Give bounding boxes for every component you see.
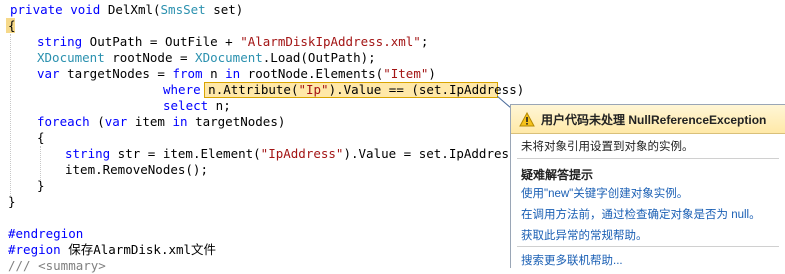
tip-link-new-keyword[interactable]: 使用"new"关键字创建对象实例。 (521, 185, 688, 201)
code-line-8: foreach (var item in targetNodes) (37, 114, 286, 129)
code-line-9: { (37, 130, 45, 145)
code-line-3: string OutPath = OutFile + "AlarmDiskIpA… (37, 34, 429, 49)
code-line-11: item.RemoveNodes(); (65, 162, 208, 177)
code-line-2: { (8, 18, 16, 33)
divider (517, 158, 779, 159)
warning-triangle-icon (519, 112, 535, 127)
code-line-6: where n.Attribute("Ip").Value == (set.Ip… (163, 82, 525, 97)
exception-header: 用户代码未处理 NullReferenceException (511, 105, 785, 134)
code-line-16: /// <summary> (8, 258, 106, 273)
search-more-help-link[interactable]: 搜索更多联机帮助... (521, 252, 623, 268)
troubleshooting-tips-title: 疑难解答提示 (521, 168, 594, 182)
tip-link-check-null[interactable]: 在调用方法前，通过检查确定对象是否为 null。 (521, 206, 761, 222)
code-line-13: } (8, 194, 16, 209)
tip-link-general-help[interactable]: 获取此异常的常规帮助。 (521, 227, 648, 243)
code-line-10: string str = item.Element("IpAddress").V… (65, 146, 525, 161)
code-line-15: #region 保存AlarmDisk.xml文件 (8, 242, 217, 257)
code-line-5: var targetNodes = from n in rootNode.Ele… (37, 66, 436, 81)
code-line-14: #endregion (8, 226, 84, 241)
exception-message: 未将对象引用设置到对象的实例。 (521, 141, 694, 153)
code-line-7: select n; (163, 98, 231, 113)
code-line-4: XDocument rootNode = XDocument.Load(OutP… (37, 50, 376, 65)
indent-guide (10, 34, 11, 198)
code-line-1: private void DelXml(SmsSet set) (10, 2, 244, 17)
divider (517, 246, 779, 247)
code-line-12: } (37, 178, 45, 193)
exception-assistant-popup[interactable]: 用户代码未处理 NullReferenceException 未将对象引用设置到… (510, 104, 785, 268)
exception-title: 用户代码未处理 NullReferenceException (541, 113, 767, 127)
